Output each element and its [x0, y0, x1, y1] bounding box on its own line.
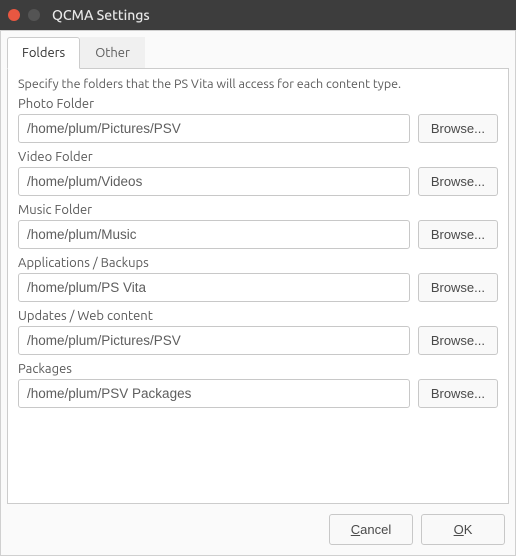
packages-browse-button[interactable]: Browse... — [418, 379, 498, 408]
close-window-icon[interactable] — [8, 9, 20, 21]
packages-input[interactable] — [18, 379, 410, 408]
video-row: Browse... — [18, 167, 498, 196]
video-browse-button[interactable]: Browse... — [418, 167, 498, 196]
updates-browse-button[interactable]: Browse... — [418, 326, 498, 355]
dialog-footer: Cancel OK — [7, 504, 509, 549]
panel-description: Specify the folders that the PS Vita wil… — [18, 77, 498, 91]
photo-input[interactable] — [18, 114, 410, 143]
video-input[interactable] — [18, 167, 410, 196]
music-row: Browse... — [18, 220, 498, 249]
photo-browse-button[interactable]: Browse... — [418, 114, 498, 143]
apps-row: Browse... — [18, 273, 498, 302]
updates-label: Updates / Web content — [18, 309, 498, 323]
titlebar: QCMA Settings — [0, 0, 516, 30]
music-label: Music Folder — [18, 203, 498, 217]
ok-button[interactable]: OK — [421, 514, 505, 545]
updates-input[interactable] — [18, 326, 410, 355]
apps-label: Applications / Backups — [18, 256, 498, 270]
music-input[interactable] — [18, 220, 410, 249]
minimize-window-icon[interactable] — [28, 9, 40, 21]
tab-folders[interactable]: Folders — [7, 37, 80, 69]
cancel-button[interactable]: Cancel — [329, 514, 413, 545]
packages-label: Packages — [18, 362, 498, 376]
photo-row: Browse... — [18, 114, 498, 143]
tab-panel-folders: Specify the folders that the PS Vita wil… — [7, 69, 509, 504]
updates-row: Browse... — [18, 326, 498, 355]
tab-other[interactable]: Other — [80, 37, 145, 68]
window-controls — [8, 9, 40, 21]
window-title: QCMA Settings — [52, 7, 150, 23]
tab-bar: Folders Other — [7, 37, 509, 69]
packages-row: Browse... — [18, 379, 498, 408]
apps-input[interactable] — [18, 273, 410, 302]
dialog-content: Folders Other Specify the folders that t… — [0, 30, 516, 556]
video-label: Video Folder — [18, 150, 498, 164]
photo-label: Photo Folder — [18, 97, 498, 111]
apps-browse-button[interactable]: Browse... — [418, 273, 498, 302]
music-browse-button[interactable]: Browse... — [418, 220, 498, 249]
